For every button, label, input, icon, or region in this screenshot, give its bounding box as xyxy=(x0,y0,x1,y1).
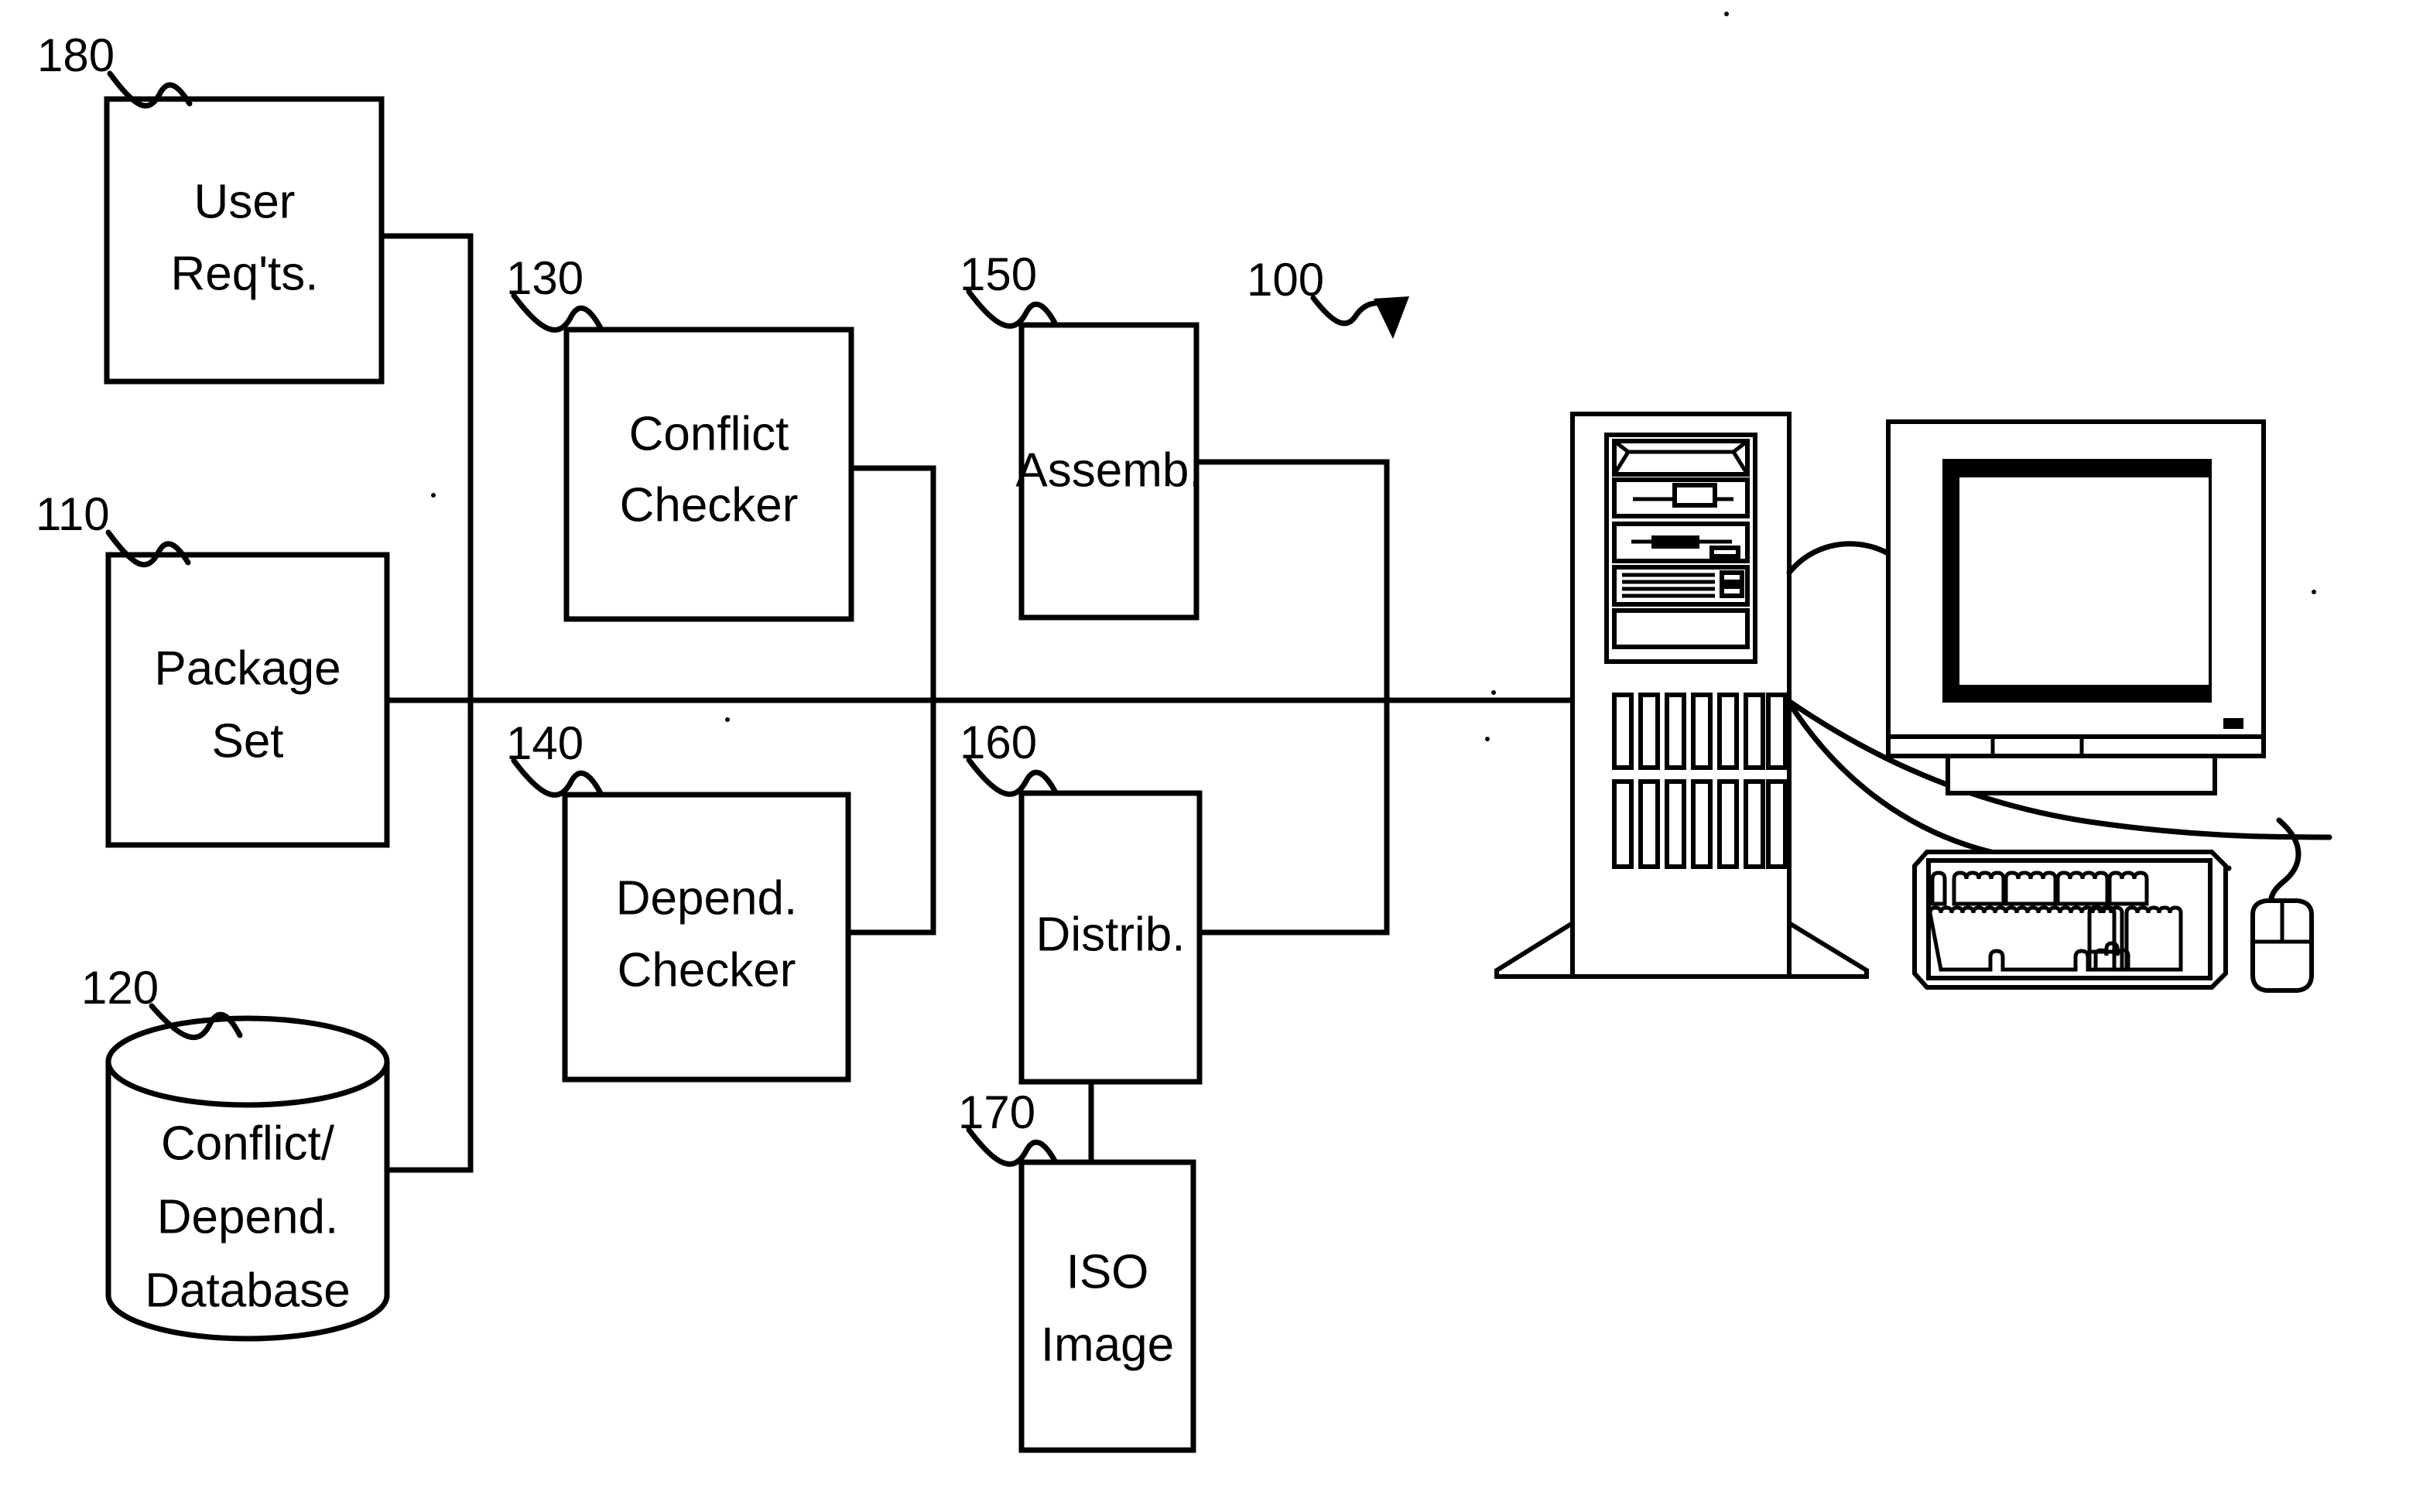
tower-floppy-drive-icon xyxy=(1612,522,1750,563)
conflict-checker-box[interactable] xyxy=(563,327,854,622)
tower-optical-drive-icon xyxy=(1612,477,1750,518)
package-set-label-line2: Set xyxy=(211,714,283,768)
block-depend-checker[interactable]: Depend. Checker 140 xyxy=(506,717,851,1083)
user-requirements-box[interactable] xyxy=(104,96,385,385)
wire-distributor-to-bus xyxy=(1196,697,1390,936)
depend-checker-box[interactable] xyxy=(562,792,851,1083)
crt-monitor xyxy=(1886,419,2266,795)
computer-tower xyxy=(1494,412,1869,979)
tower-vent-l4 xyxy=(1691,779,1713,869)
tower-vent-u6 xyxy=(1744,693,1765,770)
conflict-checker-label-line2: Checker xyxy=(620,478,799,532)
wire-depend-checker-to-bus xyxy=(845,697,936,936)
user-requirements-label-line1: User xyxy=(194,175,296,228)
ref-numeral-180: 180 xyxy=(37,29,115,81)
distributor-label: Distrib. xyxy=(1036,908,1186,961)
system-callout-100: 100 xyxy=(1247,254,1409,339)
block-assembler[interactable]: Assemb. 150 xyxy=(960,248,1203,621)
tower-vent-l3 xyxy=(1665,779,1686,869)
ref-numeral-120: 120 xyxy=(81,962,159,1014)
ref-numeral-110: 110 xyxy=(36,488,110,540)
iso-image-box[interactable] xyxy=(1018,1159,1196,1453)
mouse xyxy=(2250,898,2314,993)
figure-canvas: User Req'ts. 180 Package Set 110 Conflic… xyxy=(36,12,2332,1453)
speck-1 xyxy=(1724,12,1729,16)
database-label-line1: Conflict/ xyxy=(161,1117,335,1170)
tower-vent-u2 xyxy=(1638,693,1660,770)
wire-user-requirements-to-bus xyxy=(378,233,474,703)
wire-bus-to-database xyxy=(384,697,474,1173)
ref-numeral-140: 140 xyxy=(506,717,584,769)
tower-top-bezel-icon xyxy=(1612,439,1750,477)
tower-top-slot xyxy=(1612,439,1750,477)
tower-drive-bay-2-slot xyxy=(1651,535,1699,549)
wire-assembler-to-bus xyxy=(1193,459,1390,703)
tower-vent-l5 xyxy=(1717,779,1739,869)
database-label-line2: Depend. xyxy=(157,1190,338,1243)
patent-figure: User Req'ts. 180 Package Set 110 Conflic… xyxy=(0,0,2423,1512)
callout-arrowhead-icon xyxy=(1374,296,1409,339)
block-conflict-depend-database[interactable]: Conflict/ Depend. Database 120 xyxy=(81,962,390,1342)
tower-panel-led-2 xyxy=(1720,584,1744,598)
monitor-controls-bar xyxy=(1886,734,2266,758)
block-user-requirements[interactable]: User Req'ts. 180 xyxy=(37,29,385,385)
tower-vent-l6 xyxy=(1744,779,1765,869)
database-cylinder-top xyxy=(105,1015,390,1108)
assembler-label: Assemb. xyxy=(1015,443,1202,497)
monitor-screen xyxy=(1959,477,2209,685)
iso-image-label-line2: Image xyxy=(1041,1318,1174,1371)
tower-blank-bay xyxy=(1612,608,1750,649)
block-conflict-checker[interactable]: Conflict Checker 130 xyxy=(506,252,854,622)
block-iso-image[interactable]: ISO Image 170 xyxy=(958,1086,1196,1453)
tower-panel-led-1 xyxy=(1720,570,1744,584)
monitor-power-led-icon xyxy=(2223,718,2243,729)
iso-image-label-line1: ISO xyxy=(1066,1245,1149,1298)
tower-stand-right xyxy=(1787,918,1869,979)
speck-3 xyxy=(725,717,730,722)
tower-vent-u3 xyxy=(1665,693,1686,770)
tower-vent-u7 xyxy=(1766,693,1788,770)
tower-stand-left xyxy=(1494,918,1575,979)
user-requirements-label-line2: Req'ts. xyxy=(170,247,318,300)
tower-control-panel-icon xyxy=(1612,565,1750,607)
package-set-label-line1: Package xyxy=(154,641,341,695)
speck-2 xyxy=(431,493,436,498)
monitor-control-strip xyxy=(1886,734,2266,758)
block-package-set[interactable]: Package Set 110 xyxy=(36,488,390,848)
speck-6 xyxy=(2312,590,2316,594)
package-set-box[interactable] xyxy=(105,552,390,848)
tower-vent-u5 xyxy=(1717,693,1739,770)
tower-drive-bay-2-button xyxy=(1709,546,1740,559)
keyboard xyxy=(1912,850,2228,990)
tower-vent-slots-lower xyxy=(1612,779,1788,869)
speck-5 xyxy=(1485,737,1490,741)
speck-4 xyxy=(1491,690,1496,695)
tower-vent-l7 xyxy=(1766,779,1788,869)
tower-vent-u4 xyxy=(1691,693,1713,770)
depend-checker-label-line1: Depend. xyxy=(616,871,797,925)
ref-numeral-130: 130 xyxy=(506,252,584,304)
database-label-line3: Database xyxy=(145,1264,350,1317)
ref-numeral-170: 170 xyxy=(958,1086,1035,1138)
tower-vent-slots-upper xyxy=(1612,693,1788,770)
ref-numeral-150: 150 xyxy=(960,248,1037,300)
block-distributor[interactable]: Distrib. 160 xyxy=(960,717,1203,1085)
connector-wires xyxy=(378,233,1582,1173)
tower-vent-l2 xyxy=(1638,779,1660,869)
wire-conflict-checker-to-bus xyxy=(848,465,936,703)
tower-vent-u1 xyxy=(1612,693,1634,770)
tower-drive-bay-1-button xyxy=(1672,483,1717,508)
conflict-checker-label-line1: Conflict xyxy=(629,407,789,460)
ref-numeral-160: 160 xyxy=(960,717,1037,768)
tower-vent-l1 xyxy=(1612,779,1634,869)
monitor-base xyxy=(1946,754,2217,795)
depend-checker-label-line2: Checker xyxy=(618,943,796,997)
